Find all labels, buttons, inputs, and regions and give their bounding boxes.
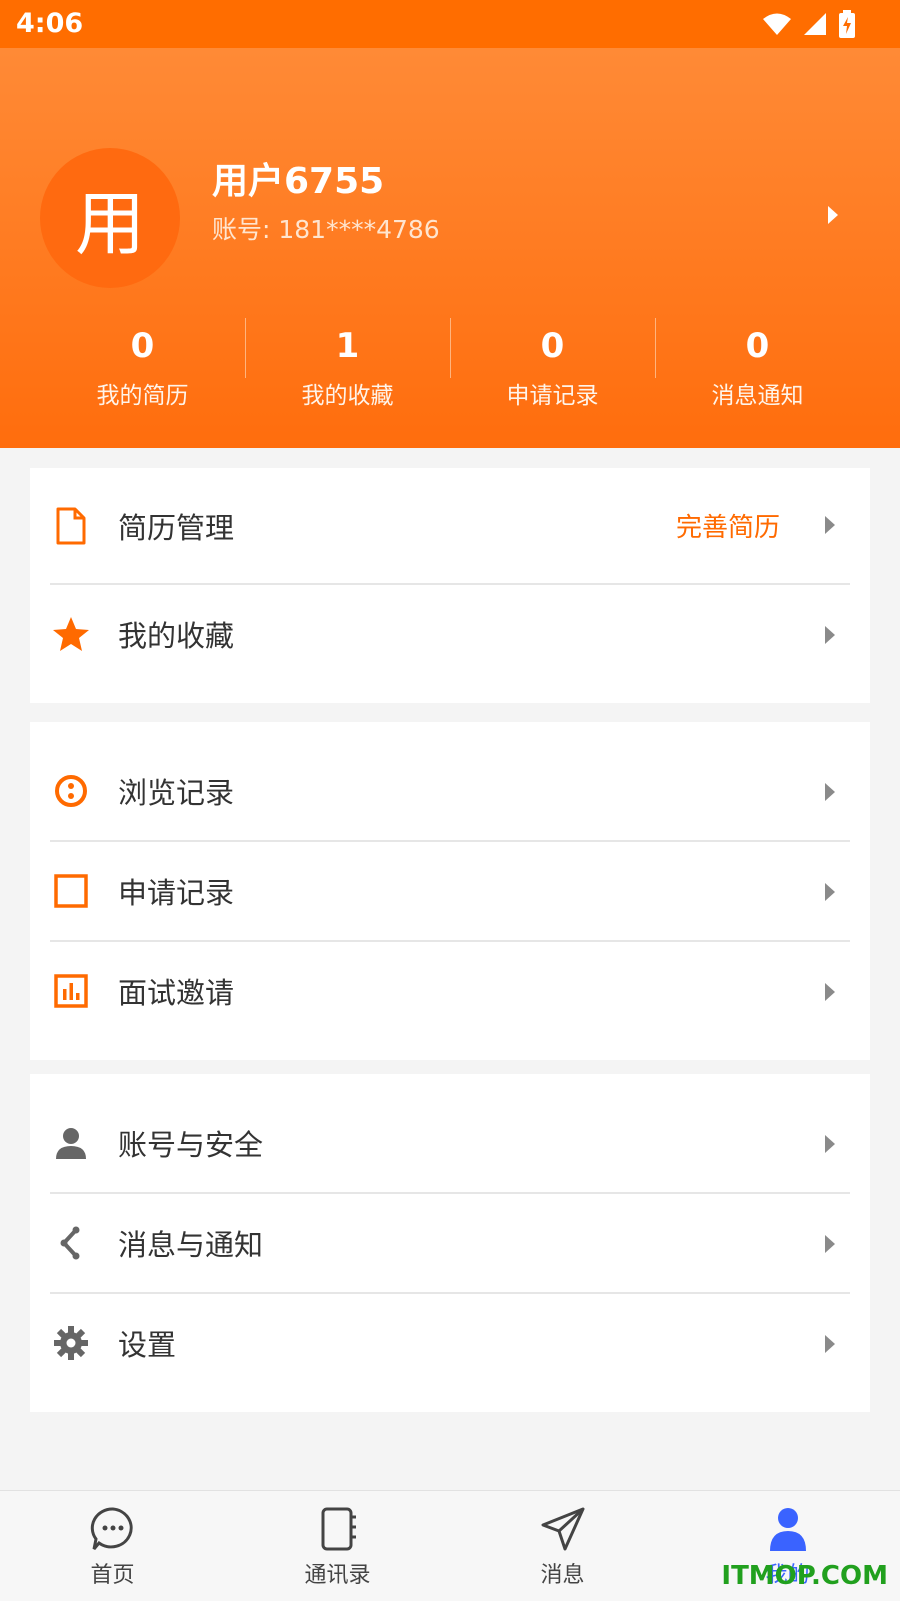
person-icon [50, 1122, 92, 1164]
row-label: 面试邀请 [118, 976, 235, 1010]
send-icon [541, 1507, 584, 1551]
nav-label: 通讯录 [304, 1563, 371, 1588]
complete-resume-link[interactable]: 完善简历 [676, 507, 780, 544]
stat-label: 消息通知 [711, 383, 804, 409]
battery-icon [839, 10, 855, 38]
row-application-records[interactable]: 申请记录 [50, 842, 850, 942]
user-account: 账号: 181****4786 [212, 215, 440, 244]
row-label: 设置 [118, 1328, 177, 1362]
signal-icon [804, 13, 826, 35]
row-settings[interactable]: 设置 [50, 1294, 850, 1392]
row-label: 浏览记录 [118, 776, 235, 810]
chevron-right-icon [825, 516, 835, 534]
avatar-char: 用 [75, 182, 145, 265]
user-icon [769, 1508, 806, 1551]
nav-label: 首页 [90, 1563, 135, 1588]
chevron-right-icon [825, 883, 835, 901]
chevron-right-icon [825, 1135, 835, 1153]
chevron-right-icon [825, 626, 835, 644]
gear-icon [50, 1322, 92, 1364]
card-settings: 账号与安全 消息与通知 设置 [30, 1074, 870, 1412]
row-label: 账号与安全 [118, 1128, 264, 1162]
status-icons [762, 10, 856, 38]
browse-icon [50, 770, 92, 812]
chart-icon [50, 970, 92, 1012]
stat-count: 0 [540, 326, 565, 366]
nav-contacts[interactable]: 通讯录 [225, 1491, 450, 1601]
chevron-right-icon [825, 783, 835, 801]
stat-label: 申请记录 [506, 383, 599, 409]
watermark: ITMOP.COM [721, 1561, 888, 1591]
chevron-right-icon [825, 1335, 835, 1353]
wifi-icon [763, 13, 791, 35]
stat-count: 1 [335, 326, 360, 366]
status-bar: 4:06 [0, 0, 900, 48]
profile-header[interactable]: 用 用户6755 账号: 181****4786 0 我的简历 1 我的收藏 0… [0, 48, 900, 448]
nav-label: 消息 [540, 1563, 585, 1588]
card-records: 浏览记录 申请记录 面试邀请 [30, 722, 870, 1060]
stat-label: 我的收藏 [301, 383, 394, 409]
star-icon [50, 613, 92, 655]
square-icon [50, 870, 92, 912]
row-label: 申请记录 [118, 876, 235, 910]
stat-applications[interactable]: 0 申请记录 [450, 318, 655, 428]
stat-label: 我的简历 [96, 383, 189, 409]
bottom-nav: 首页 通讯录 消息 我的 ITMOP.COM [0, 1490, 900, 1601]
document-icon [50, 505, 92, 547]
row-browse-history[interactable]: 浏览记录 [50, 742, 850, 842]
status-time: 4:06 [16, 8, 84, 39]
row-my-favorites[interactable]: 我的收藏 [50, 585, 850, 683]
stats-bar: 0 我的简历 1 我的收藏 0 申请记录 0 消息通知 [40, 318, 860, 428]
nav-messages[interactable]: 消息 [450, 1491, 675, 1601]
stat-resume[interactable]: 0 我的简历 [40, 318, 245, 428]
stat-count: 0 [130, 326, 155, 366]
card-resume: 简历管理 完善简历 我的收藏 [30, 468, 870, 703]
share-icon [50, 1222, 92, 1264]
chat-bubble-icon [90, 1507, 133, 1550]
row-interview-invitations[interactable]: 面试邀请 [50, 942, 850, 1040]
chevron-right-icon [825, 1235, 835, 1253]
row-label: 简历管理 [118, 510, 235, 545]
avatar[interactable]: 用 [40, 148, 180, 288]
chevron-right-icon[interactable] [826, 204, 840, 226]
stat-favorites[interactable]: 1 我的收藏 [245, 318, 450, 428]
row-label: 我的收藏 [118, 619, 235, 653]
user-name: 用户6755 [212, 161, 385, 202]
row-messages-notifications[interactable]: 消息与通知 [50, 1194, 850, 1294]
stat-notifications[interactable]: 0 消息通知 [655, 318, 860, 428]
nav-home[interactable]: 首页 [0, 1491, 225, 1601]
row-account-security[interactable]: 账号与安全 [50, 1094, 850, 1194]
chevron-right-icon [825, 983, 835, 1001]
contacts-book-icon [321, 1507, 356, 1551]
row-resume-management[interactable]: 简历管理 完善简历 [50, 468, 850, 585]
row-label: 消息与通知 [118, 1228, 264, 1262]
stat-count: 0 [745, 326, 770, 366]
